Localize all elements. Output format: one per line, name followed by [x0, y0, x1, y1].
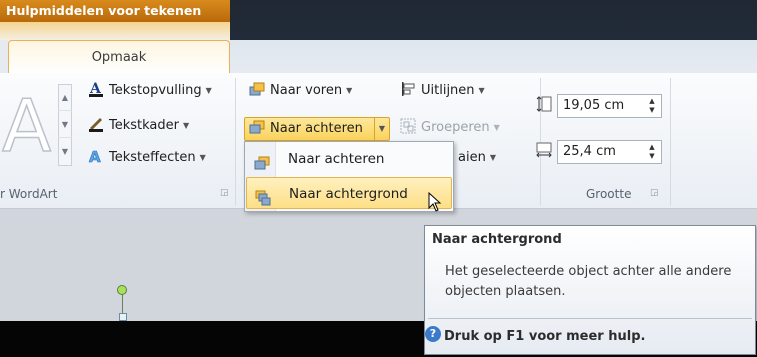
group-separator — [235, 78, 236, 206]
send-backward-icon — [249, 119, 265, 135]
teksteffecten-button[interactable]: A Teksteffecten ▼ — [88, 147, 206, 169]
spinner-icon[interactable]: ▲ ▼ — [647, 143, 657, 161]
draaien-button[interactable]: aien ▼ — [458, 147, 496, 169]
wordart-style-preview[interactable]: A — [1, 83, 52, 169]
bring-forward-icon — [249, 81, 265, 97]
chevron-down-icon: ▼ — [199, 153, 206, 162]
svg-text:A: A — [89, 148, 101, 164]
split-divider — [374, 117, 375, 141]
gallery-up-arrow-icon[interactable]: ▲ — [58, 84, 72, 111]
naar-voren-button[interactable]: Naar voren ▼ — [249, 80, 352, 102]
text-fill-icon: A — [88, 81, 104, 97]
height-value: 19,05 cm — [563, 98, 625, 113]
draaien-label: aien — [458, 150, 486, 165]
tooltip-title: Naar achtergrond — [432, 232, 562, 247]
chevron-down-icon: ▼ — [378, 124, 386, 133]
teksteffecten-label: Teksteffecten — [109, 150, 196, 165]
dialog-launcher-icon[interactable]: ◲ — [650, 188, 660, 198]
naar-achteren-button[interactable]: Naar achteren — [249, 118, 363, 140]
tekstopvulling-button[interactable]: A Tekstopvulling ▼ — [88, 80, 212, 102]
group-icon — [400, 118, 416, 134]
rotation-handle[interactable] — [117, 285, 127, 295]
text-outline-icon — [88, 116, 104, 132]
tab-opmaak[interactable]: Opmaak — [8, 40, 230, 74]
send-backward-icon — [254, 151, 270, 170]
tekstkader-button[interactable]: Tekstkader ▼ — [88, 115, 189, 137]
shape-width-input[interactable]: 25,4 cm ▲ ▼ — [557, 140, 662, 164]
align-icon — [400, 81, 416, 97]
groeperen-label: Groeperen — [421, 120, 490, 135]
tooltip-body: Het geselecteerde object achter alle and… — [445, 264, 732, 299]
naar-achteren-label: Naar achteren — [270, 121, 363, 136]
tekstkader-label: Tekstkader — [109, 118, 179, 133]
group-separator — [670, 78, 671, 206]
width-value: 25,4 cm — [563, 144, 616, 159]
chevron-down-icon: ▼ — [183, 121, 190, 130]
uitlijnen-button[interactable]: Uitlijnen ▼ — [400, 80, 485, 102]
chevron-down-icon: ▼ — [346, 86, 353, 95]
shape-width-icon — [536, 142, 552, 158]
shape-height-input[interactable]: 19,05 cm ▲ ▼ — [557, 94, 662, 118]
contextual-tab-band — [0, 22, 230, 40]
menu-item-naar-achteren[interactable]: Naar achteren — [246, 143, 452, 175]
tekstopvulling-label: Tekstopvulling — [109, 83, 202, 98]
tab-strip — [230, 40, 757, 74]
mouse-cursor-icon — [428, 191, 442, 216]
help-icon: ? — [425, 326, 441, 342]
spinner-icon[interactable]: ▲ ▼ — [647, 97, 657, 115]
uitlijnen-label: Uitlijnen — [421, 83, 475, 98]
chevron-down-icon: ▼ — [493, 123, 500, 132]
resize-handle[interactable] — [119, 313, 127, 321]
gallery-down-arrow-icon[interactable]: ▼ — [58, 111, 72, 138]
chevron-down-icon: ▼ — [205, 86, 212, 95]
menu-item-label: Naar achteren — [288, 151, 385, 167]
tooltip-help-text: Druk op F1 voor meer hulp. — [444, 329, 646, 344]
wordart-group-label: r WordArt — [0, 187, 58, 201]
menu-item-label: Naar achtergrond — [289, 186, 408, 202]
gallery-expand-icon[interactable]: ▼ — [58, 138, 72, 165]
menu-item-naar-achtergrond[interactable]: Naar achtergrond — [246, 177, 452, 209]
naar-voren-label: Naar voren — [270, 83, 343, 98]
chevron-down-icon: ▼ — [489, 153, 496, 162]
text-effects-icon: A — [88, 148, 104, 167]
shape-height-icon — [536, 96, 552, 112]
contextual-tab-title: Hulpmiddelen voor tekenen — [0, 0, 230, 22]
tooltip-divider — [428, 318, 752, 319]
groeperen-button[interactable]: Groeperen ▼ — [400, 117, 500, 139]
send-to-back-icon — [255, 186, 271, 206]
chevron-down-icon: ▼ — [478, 86, 485, 95]
tab-strip-left — [0, 40, 8, 74]
size-group-label: Grootte — [586, 187, 632, 201]
dialog-launcher-icon[interactable]: ◲ — [220, 188, 230, 198]
naar-achteren-dropdown[interactable]: ▼ — [376, 118, 388, 140]
